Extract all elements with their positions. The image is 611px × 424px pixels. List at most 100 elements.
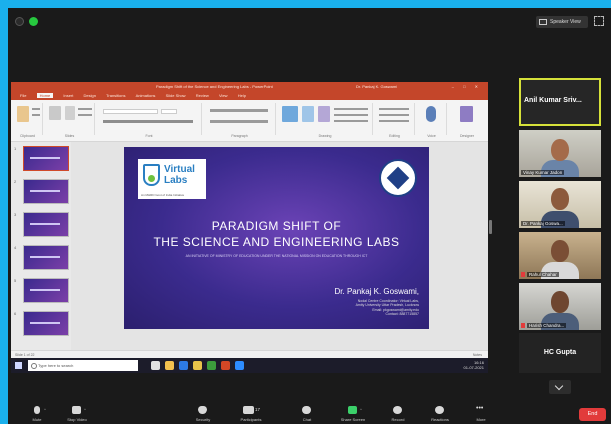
participant-face	[551, 291, 569, 313]
grid-icon	[539, 19, 547, 25]
meeting-toolbar: ^ Mute ^ Stop Video Security 17 Particip…	[8, 402, 611, 424]
current-slide[interactable]: Virtual Labs An MHRD Govt of India Initia…	[124, 147, 429, 329]
font-size-select[interactable]	[161, 109, 177, 114]
window-controls[interactable]: – □ ✕	[452, 82, 482, 92]
connection-status-icon[interactable]	[29, 17, 38, 26]
tab-file[interactable]: File	[20, 93, 26, 98]
slide-subtitle: AN INITIATIVE OF MINISTRY OF EDUCATION U…	[185, 254, 368, 258]
tab-animations[interactable]: Animations	[136, 93, 156, 98]
slide-thumbnail[interactable]	[23, 146, 69, 171]
paste-icon[interactable]	[17, 106, 29, 122]
list-buttons[interactable]	[210, 109, 268, 112]
participant-name: Rahul Chahar	[527, 272, 559, 277]
speaker-view-button[interactable]: Speaker View	[536, 16, 588, 28]
participant-tile[interactable]: Rahul Chahar	[519, 232, 601, 279]
record-button[interactable]: Record	[381, 404, 415, 424]
end-meeting-button[interactable]: End	[579, 408, 606, 421]
record-icon	[393, 406, 402, 414]
shared-screen: Paradigm Shift of the Science and Engine…	[11, 82, 488, 373]
tab-insert[interactable]: Insert	[63, 93, 73, 98]
replace-button[interactable]	[379, 114, 409, 116]
file-explorer-icon[interactable]	[165, 361, 174, 370]
shield-status-icon[interactable]	[15, 17, 24, 26]
caret-icon[interactable]: ^	[44, 407, 46, 412]
dictate-icon[interactable]	[426, 106, 436, 122]
ribbon-group-paragraph: Paragraph	[204, 103, 276, 138]
participant-tile[interactable]: Vinay Kumar Jadon	[519, 130, 601, 177]
tab-view[interactable]: View	[219, 93, 228, 98]
tab-design[interactable]: Design	[84, 93, 96, 98]
powerpoint-status-bar: Slide 1 of 22 Notes	[11, 350, 488, 358]
ribbon-group-clipboard: Clipboard	[13, 103, 43, 138]
presenter-name: Dr. Pankaj K. Goswami,	[334, 287, 419, 296]
participant-name: Harish Chandra...	[527, 323, 567, 328]
windows-taskbar: Type here to search 16:16 01-07-2021	[11, 358, 488, 373]
folder-icon[interactable]	[193, 361, 202, 370]
slide-title-line1: PARADIGM SHIFT OF	[211, 219, 342, 233]
slide-thumbnail[interactable]	[23, 278, 69, 303]
align-buttons[interactable]	[210, 120, 268, 123]
participant-tile[interactable]: Dr. Pankaj Goswa...	[519, 181, 601, 228]
ribbon-tabs: File Home Insert Design Transitions Anim…	[11, 92, 488, 100]
flask-icon	[143, 164, 160, 186]
slide-thumbnail[interactable]	[23, 212, 69, 237]
active-speaker-name: Anil Kumar Sriv...	[524, 97, 582, 104]
slide-thumbnail[interactable]	[23, 179, 69, 204]
chrome-icon[interactable]	[207, 361, 216, 370]
task-view-icon[interactable]	[151, 361, 160, 370]
panel-resize-handle[interactable]	[489, 220, 492, 234]
participant-tile[interactable]: HC Gupta	[519, 333, 601, 373]
stop-video-button[interactable]: ^ Stop Video	[60, 404, 94, 424]
security-button[interactable]: Security	[186, 404, 220, 424]
font-name-select[interactable]	[103, 109, 158, 114]
ribbon-group-slides: Slides	[45, 103, 95, 138]
more-button[interactable]: ••• More	[464, 404, 498, 424]
arrange-icon[interactable]	[302, 106, 314, 122]
camera-icon	[72, 406, 81, 414]
tab-review[interactable]: Review	[196, 93, 209, 98]
tab-transitions[interactable]: Transitions	[106, 93, 125, 98]
mail-icon[interactable]	[179, 361, 188, 370]
chevron-down-icon[interactable]	[549, 380, 571, 394]
reactions-button[interactable]: Reactions	[423, 404, 457, 424]
mute-button[interactable]: ^ Mute	[20, 404, 54, 424]
participant-name: Vinay Kumar Jadon	[521, 170, 565, 175]
find-button[interactable]	[379, 108, 409, 110]
muted-mic-icon	[521, 272, 525, 277]
font-format-buttons[interactable]	[103, 120, 193, 123]
share-screen-button[interactable]: ^ Share Screen	[336, 404, 370, 424]
presenter-info: Nodal Centre Coordinator: Virtual Labs, …	[355, 299, 419, 316]
slide-thumbnail-pane: 1 2 3 4 5 6	[11, 142, 71, 350]
participant-face	[551, 139, 569, 161]
caret-icon[interactable]: ^	[84, 407, 86, 412]
chat-button[interactable]: Chat	[290, 404, 324, 424]
ribbon-group-font: Font	[97, 103, 202, 138]
participants-button[interactable]: 17 Participants	[234, 404, 268, 424]
slide-thumbnail[interactable]	[23, 311, 69, 336]
virtual-labs-logo: Virtual Labs An MHRD Govt of India Initia…	[138, 159, 206, 199]
windows-start-icon[interactable]	[15, 362, 22, 369]
quick-styles-icon[interactable]	[318, 106, 330, 122]
participant-tile[interactable]: Harish Chandra...	[519, 283, 601, 330]
fullscreen-icon[interactable]	[594, 16, 604, 26]
active-speaker-tile[interactable]: Anil Kumar Sriv...	[519, 78, 601, 126]
tab-help[interactable]: Help	[238, 93, 246, 98]
tab-slide-show[interactable]: Slide Show	[166, 93, 186, 98]
chat-icon	[302, 406, 311, 414]
zoom-icon[interactable]	[235, 361, 244, 370]
taskbar-search[interactable]: Type here to search	[28, 360, 138, 371]
tab-home[interactable]: Home	[36, 93, 54, 98]
select-button[interactable]	[379, 120, 409, 122]
powerpoint-title-bar: Paradigm Shift of the Science and Engine…	[11, 82, 488, 92]
caret-icon[interactable]: ^	[360, 407, 362, 412]
powerpoint-icon[interactable]	[221, 361, 230, 370]
shield-icon	[198, 406, 207, 414]
slide-thumbnail[interactable]	[23, 245, 69, 270]
participant-face	[551, 240, 569, 262]
participant-name: HC Gupta	[543, 349, 577, 356]
ribbon-group-drawing: Drawing	[278, 103, 373, 138]
reuse-slides-icon[interactable]	[65, 106, 75, 120]
shapes-icon[interactable]	[282, 106, 298, 122]
new-slide-icon[interactable]	[49, 106, 61, 120]
design-ideas-icon[interactable]	[460, 106, 473, 122]
